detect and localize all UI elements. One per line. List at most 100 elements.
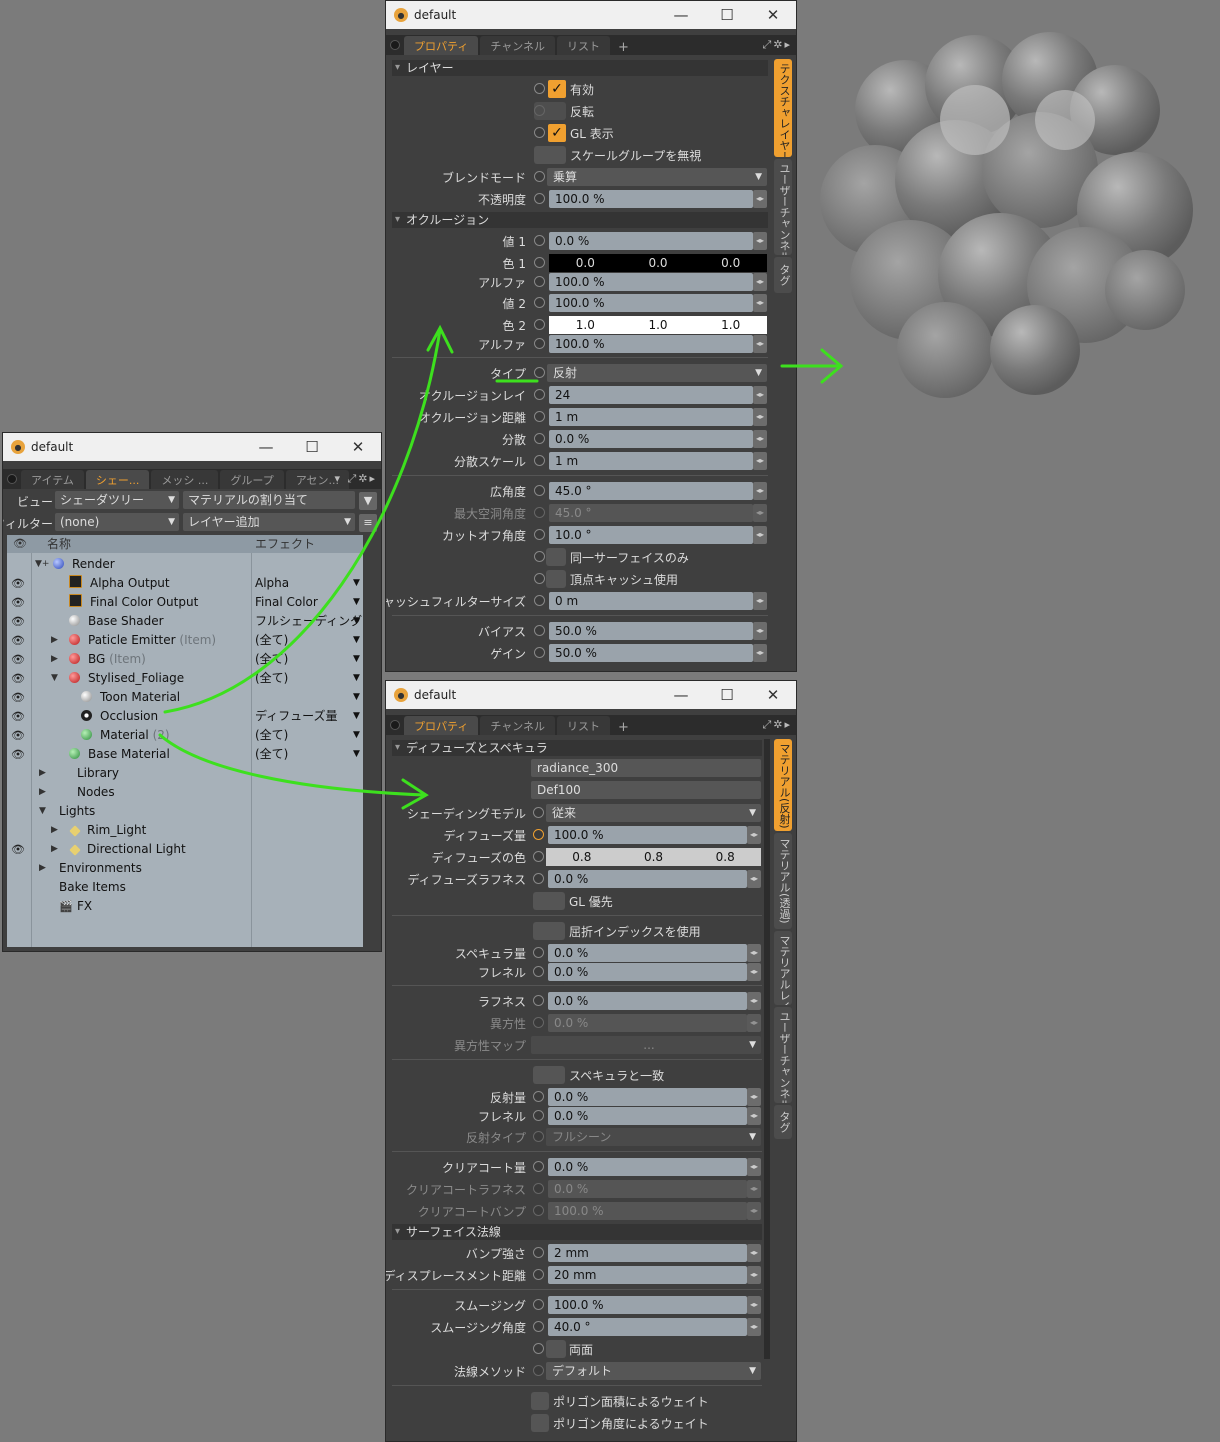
- refl-fresnel-spinner-icon[interactable]: ◂▸: [747, 1107, 761, 1125]
- section-diffuse-specular[interactable]: ディフューズとスペキュラ: [392, 740, 762, 756]
- refl-fresnel-radio[interactable]: [533, 1110, 544, 1121]
- section-occlusion[interactable]: オクルージョン: [392, 212, 768, 228]
- expand-icon[interactable]: ▶: [51, 650, 58, 669]
- tree-row-base-material[interactable]: 👁 Base Material (全て) ▼: [7, 745, 363, 764]
- tree-row-bake-items[interactable]: Bake Items: [7, 878, 363, 897]
- tree-row-library[interactable]: ▶ Library: [7, 764, 363, 783]
- diffuse-rough-field[interactable]: 0.0 %: [548, 870, 747, 888]
- eye-icon[interactable]: 👁: [11, 745, 31, 764]
- gain-radio[interactable]: [534, 647, 545, 658]
- clearcoat-spinner-icon[interactable]: ◂▸: [747, 1158, 761, 1176]
- cache-filter-field[interactable]: 0 m: [549, 592, 753, 610]
- tree-row-final-color[interactable]: 👁 Final Color Output Final Color ▼: [7, 593, 363, 612]
- list-menu-icon[interactable]: ≡: [359, 514, 377, 532]
- name-column-header[interactable]: 名称: [47, 535, 71, 553]
- refr-index-checkbox[interactable]: [533, 922, 565, 940]
- maximize-button[interactable]: ☐: [289, 438, 335, 456]
- tab-channels[interactable]: チャンネル: [480, 36, 556, 55]
- value1-radio[interactable]: [534, 235, 545, 246]
- chevron-down-icon[interactable]: ▼: [353, 612, 360, 631]
- panel-tools-icon[interactable]: ⤢✲▸: [762, 718, 792, 732]
- material-name-field[interactable]: radiance_300: [531, 759, 761, 777]
- enable-radio[interactable]: [534, 83, 545, 94]
- tree-row-occlusion[interactable]: 👁 Occlusion ディフューズ量 ▼: [7, 707, 363, 726]
- spread-radio[interactable]: [534, 485, 545, 496]
- refl-type-radio[interactable]: [533, 1131, 544, 1142]
- row-effect[interactable]: (全て): [255, 631, 288, 650]
- bias-spinner-icon[interactable]: ◂▸: [753, 622, 767, 640]
- tab-items[interactable]: アイテム: [21, 470, 84, 489]
- max-cavity-spinner-icon[interactable]: ◂▸: [753, 504, 767, 522]
- chevron-down-icon[interactable]: ▼: [353, 631, 360, 650]
- disp-spinner-icon[interactable]: ◂▸: [747, 1266, 761, 1284]
- aniso-map-dropdown[interactable]: ... ▼: [531, 1036, 761, 1054]
- bias-radio[interactable]: [534, 625, 545, 636]
- spec-amount-spinner-icon[interactable]: ◂▸: [747, 944, 761, 962]
- variance-radio[interactable]: [534, 433, 545, 444]
- tab-channels[interactable]: チャンネル: [480, 716, 556, 735]
- chevron-down-icon[interactable]: ▼: [353, 650, 360, 669]
- smooth-angle-spinner-icon[interactable]: ◂▸: [747, 1318, 761, 1336]
- match-spec-checkbox[interactable]: [533, 1066, 565, 1084]
- value2-field[interactable]: 100.0 %: [549, 294, 753, 312]
- row-effect[interactable]: Final Color: [255, 593, 318, 612]
- max-cavity-radio[interactable]: [534, 507, 545, 518]
- opacity-spinner-icon[interactable]: ◂▸: [753, 190, 767, 208]
- cutoff-field[interactable]: 10.0 °: [549, 526, 753, 544]
- gl-display-radio[interactable]: [534, 127, 545, 138]
- eye-icon[interactable]: 👁: [11, 612, 31, 631]
- refl-fresnel-field[interactable]: 0.0 %: [548, 1107, 747, 1125]
- tab-list[interactable]: リスト: [557, 36, 611, 55]
- max-cavity-field[interactable]: 45.0 °: [549, 504, 753, 522]
- tree-row-material[interactable]: 👁 Material (2) (全て) ▼: [7, 726, 363, 745]
- expand-icon[interactable]: ▶: [39, 859, 46, 878]
- blend-mode-radio[interactable]: [534, 171, 545, 182]
- bump-spinner-icon[interactable]: ◂▸: [747, 1244, 761, 1262]
- close-button[interactable]: ✕: [750, 686, 796, 704]
- minimize-button[interactable]: —: [658, 6, 704, 24]
- distance-spinner-icon[interactable]: ◂▸: [753, 408, 767, 426]
- eye-icon[interactable]: 👁: [11, 840, 31, 859]
- anisotropy-spinner-icon[interactable]: ◂▸: [747, 1014, 761, 1032]
- tree-row-environments[interactable]: ▶ Environments: [7, 859, 363, 878]
- tab-properties[interactable]: プロパティ: [404, 716, 479, 735]
- distance-field[interactable]: 1 m: [549, 408, 753, 426]
- smoothing-radio[interactable]: [533, 1299, 544, 1310]
- double-sided-checkbox[interactable]: [546, 1340, 566, 1358]
- eye-icon[interactable]: 👁: [11, 707, 31, 726]
- cache-filter-radio[interactable]: [534, 595, 545, 606]
- expand-icon[interactable]: ▶: [39, 764, 46, 783]
- chevron-down-icon[interactable]: ▼: [353, 726, 360, 745]
- spread-field[interactable]: 45.0 °: [549, 482, 753, 500]
- effect-column-header[interactable]: エフェクト: [255, 535, 315, 553]
- assign-button[interactable]: マテリアルの割り当て: [183, 491, 355, 509]
- row-effect[interactable]: (全て): [255, 726, 288, 745]
- clearcoat-rough-field[interactable]: 0.0 %: [548, 1180, 747, 1198]
- gl-display-checkbox[interactable]: ✓: [548, 124, 566, 142]
- enable-checkbox[interactable]: ✓: [548, 80, 566, 98]
- eye-icon[interactable]: 👁: [11, 631, 31, 650]
- add-tab-button[interactable]: +: [612, 720, 635, 735]
- weight-area-checkbox[interactable]: [531, 1392, 549, 1410]
- chevron-down-icon[interactable]: ▼: [353, 593, 360, 612]
- double-sided-radio[interactable]: [533, 1343, 544, 1354]
- collapse-icon[interactable]: ▼+: [35, 555, 49, 574]
- row-effect[interactable]: フルシェーディング: [255, 612, 362, 631]
- diffuse-color-swatch[interactable]: 0.8 0.8 0.8: [546, 848, 761, 866]
- distance-radio[interactable]: [534, 411, 545, 422]
- tab-shading[interactable]: シェー...: [85, 470, 150, 489]
- alpha1-radio[interactable]: [534, 276, 545, 287]
- eye-icon[interactable]: 👁: [11, 726, 31, 745]
- smooth-angle-radio[interactable]: [533, 1321, 544, 1332]
- smooth-angle-field[interactable]: 40.0 °: [548, 1318, 747, 1336]
- vertex-cache-radio[interactable]: [534, 573, 545, 584]
- tree-row-rim-light[interactable]: ▶ Rim_Light: [7, 821, 363, 840]
- anisotropy-radio[interactable]: [533, 1017, 544, 1028]
- diffuse-amount-radio[interactable]: [533, 829, 544, 840]
- disp-field[interactable]: 20 mm: [548, 1266, 747, 1284]
- color2-radio[interactable]: [534, 319, 545, 330]
- same-surface-checkbox[interactable]: [546, 548, 566, 566]
- bias-field[interactable]: 50.0 %: [549, 622, 753, 640]
- chevron-down-icon[interactable]: ▼: [353, 669, 360, 688]
- row-effect[interactable]: (全て): [255, 669, 288, 688]
